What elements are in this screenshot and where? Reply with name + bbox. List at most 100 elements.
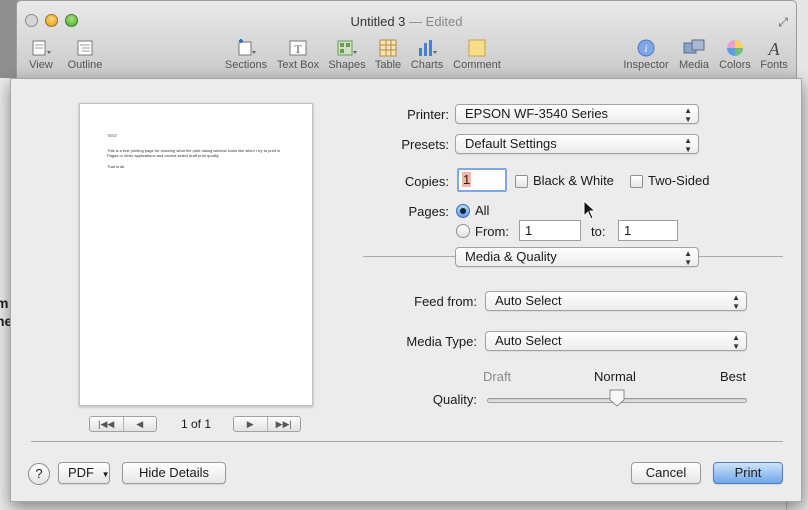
toolbar-view-button[interactable]: View [25, 39, 57, 71]
pdf-menu-button[interactable]: PDF ▼ [58, 462, 110, 484]
preview-closing: That is all. [107, 164, 126, 169]
toolbar-colors-button[interactable]: Colors [717, 39, 753, 71]
edited-indicator: — Edited [409, 14, 463, 29]
pager-back-group: |◀◀ ◀ [89, 416, 157, 432]
media-type-value: Auto Select [495, 333, 562, 348]
pages-window-titlebar: Untitled 3 — Edited ⤢ View Outline Secti… [16, 0, 797, 80]
pdf-label: PDF [68, 465, 94, 480]
black-white-checkbox[interactable] [515, 175, 528, 188]
comment-icon [468, 39, 486, 57]
popup-arrows-icon: ▲ ▼ [684, 106, 692, 124]
pages-label: Pages: [408, 204, 449, 219]
toolbar-outline-button[interactable]: Outline [65, 39, 105, 71]
pager-forward-group: ▶ ▶▶| [233, 416, 301, 432]
pages-from-radio[interactable] [456, 224, 470, 238]
colors-icon [727, 40, 743, 56]
toolbar-label: Table [374, 59, 402, 71]
chevron-down-icon: ▼ [101, 470, 110, 479]
doc-fragment-left-1: m [0, 295, 9, 311]
quality-label: Quality: [432, 392, 477, 407]
toolbar-label: Charts [410, 59, 444, 71]
media-type-label: Media Type: [406, 334, 477, 349]
toolbar-label: Inspector [623, 59, 669, 71]
toolbar-label: Sections [224, 59, 268, 71]
sections-icon [238, 39, 256, 56]
toolbar-shapes-button[interactable]: Shapes [327, 39, 367, 71]
window-title: Untitled 3 — Edited [17, 14, 796, 29]
mouse-pointer-icon [583, 200, 597, 220]
inspector-icon: i [637, 39, 655, 57]
first-page-icon[interactable]: |◀◀ [90, 417, 123, 431]
quality-normal-label: Normal [594, 369, 636, 384]
toolbar-media-button[interactable]: Media [676, 39, 712, 71]
print-dialog: TEST This is a test printing page for sh… [10, 78, 802, 502]
pages-to-field[interactable]: 1 [618, 220, 678, 241]
copies-value: 1 [462, 172, 472, 187]
help-button[interactable]: ? [28, 463, 50, 485]
shapes-icon [337, 40, 357, 56]
pages-all-radio[interactable] [456, 204, 470, 218]
last-page-icon[interactable]: ▶▶| [266, 417, 301, 431]
document-name: Untitled 3 [350, 14, 406, 29]
quality-slider-thumb[interactable] [608, 389, 626, 407]
printer-value: EPSON WF-3540 Series [465, 106, 609, 121]
presets-value: Default Settings [465, 136, 557, 151]
presets-label: Presets: [401, 137, 449, 152]
two-sided-label[interactable]: Two-Sided [648, 173, 709, 188]
view-icon [32, 40, 51, 56]
toolbar-table-button[interactable]: Table [372, 39, 404, 71]
table-icon [379, 39, 397, 57]
quality-best-label: Best [720, 369, 747, 384]
pages-from-field[interactable]: 1 [519, 220, 581, 241]
two-sided-checkbox[interactable] [630, 175, 643, 188]
toolbar-label: View [29, 59, 53, 71]
toolbar-comment-button[interactable]: Comment [451, 39, 503, 71]
text-box-icon: T [289, 40, 307, 56]
printer-popup[interactable]: EPSON WF-3540 Series ▲ ▼ [455, 104, 699, 124]
preview-title: TEST [107, 133, 118, 138]
pages-all-label[interactable]: All [475, 203, 489, 218]
page-count: 1 of 1 [180, 417, 212, 431]
feed-from-popup[interactable]: Auto Select ▲ ▼ [485, 291, 747, 311]
copies-label: Copies: [404, 174, 449, 189]
pages-from-label[interactable]: From: [475, 224, 509, 239]
toolbar-fonts-button[interactable]: A Fonts [757, 39, 791, 71]
section-popup[interactable]: Media & Quality ▲ ▼ [455, 247, 699, 267]
section-value: Media & Quality [465, 249, 557, 264]
feed-from-value: Auto Select [495, 293, 562, 308]
previous-page-icon[interactable]: ◀ [122, 417, 157, 431]
print-button[interactable]: Print [713, 462, 783, 484]
feed-from-label: Feed from: [414, 294, 477, 309]
media-type-popup[interactable]: Auto Select ▲ ▼ [485, 331, 747, 351]
next-page-icon[interactable]: ▶ [234, 417, 267, 431]
svg-text:i: i [644, 43, 647, 55]
toolbar-label: Outline [67, 59, 103, 71]
printer-label: Printer: [407, 107, 449, 122]
fullscreen-icon[interactable]: ⤢ [778, 15, 788, 30]
presets-popup[interactable]: Default Settings ▲ ▼ [455, 134, 699, 154]
print-preview-page: TEST This is a test printing page for sh… [79, 103, 313, 406]
toolbar-label: Media [679, 59, 709, 71]
toolbar-label: Shapes [328, 59, 366, 71]
toolbar-label: Colors [719, 59, 751, 71]
outline-icon [77, 40, 93, 56]
media-icon [683, 39, 705, 54]
toolbar-inspector-button[interactable]: i Inspector [621, 39, 671, 71]
cancel-button[interactable]: Cancel [631, 462, 701, 484]
black-white-label[interactable]: Black & White [533, 173, 614, 188]
svg-text:A: A [768, 39, 781, 57]
copies-field[interactable]: 1 [457, 168, 507, 192]
toolbar-label: Fonts [760, 59, 788, 71]
toolbar-label: Text Box [276, 59, 320, 71]
toolbar-text-box-button[interactable]: T Text Box [274, 39, 322, 71]
hide-details-button[interactable]: Hide Details [122, 462, 226, 484]
charts-icon [419, 40, 437, 56]
popup-arrows-icon: ▲ ▼ [684, 136, 692, 154]
toolbar-label: Comment [453, 59, 501, 71]
popup-arrows-icon: ▲ ▼ [732, 333, 740, 351]
footer-divider [31, 441, 783, 442]
popup-arrows-icon: ▲ ▼ [732, 293, 740, 311]
toolbar-sections-button[interactable]: Sections [223, 39, 269, 71]
popup-arrows-icon: ▲ ▼ [684, 249, 692, 267]
toolbar-charts-button[interactable]: Charts [409, 39, 445, 71]
